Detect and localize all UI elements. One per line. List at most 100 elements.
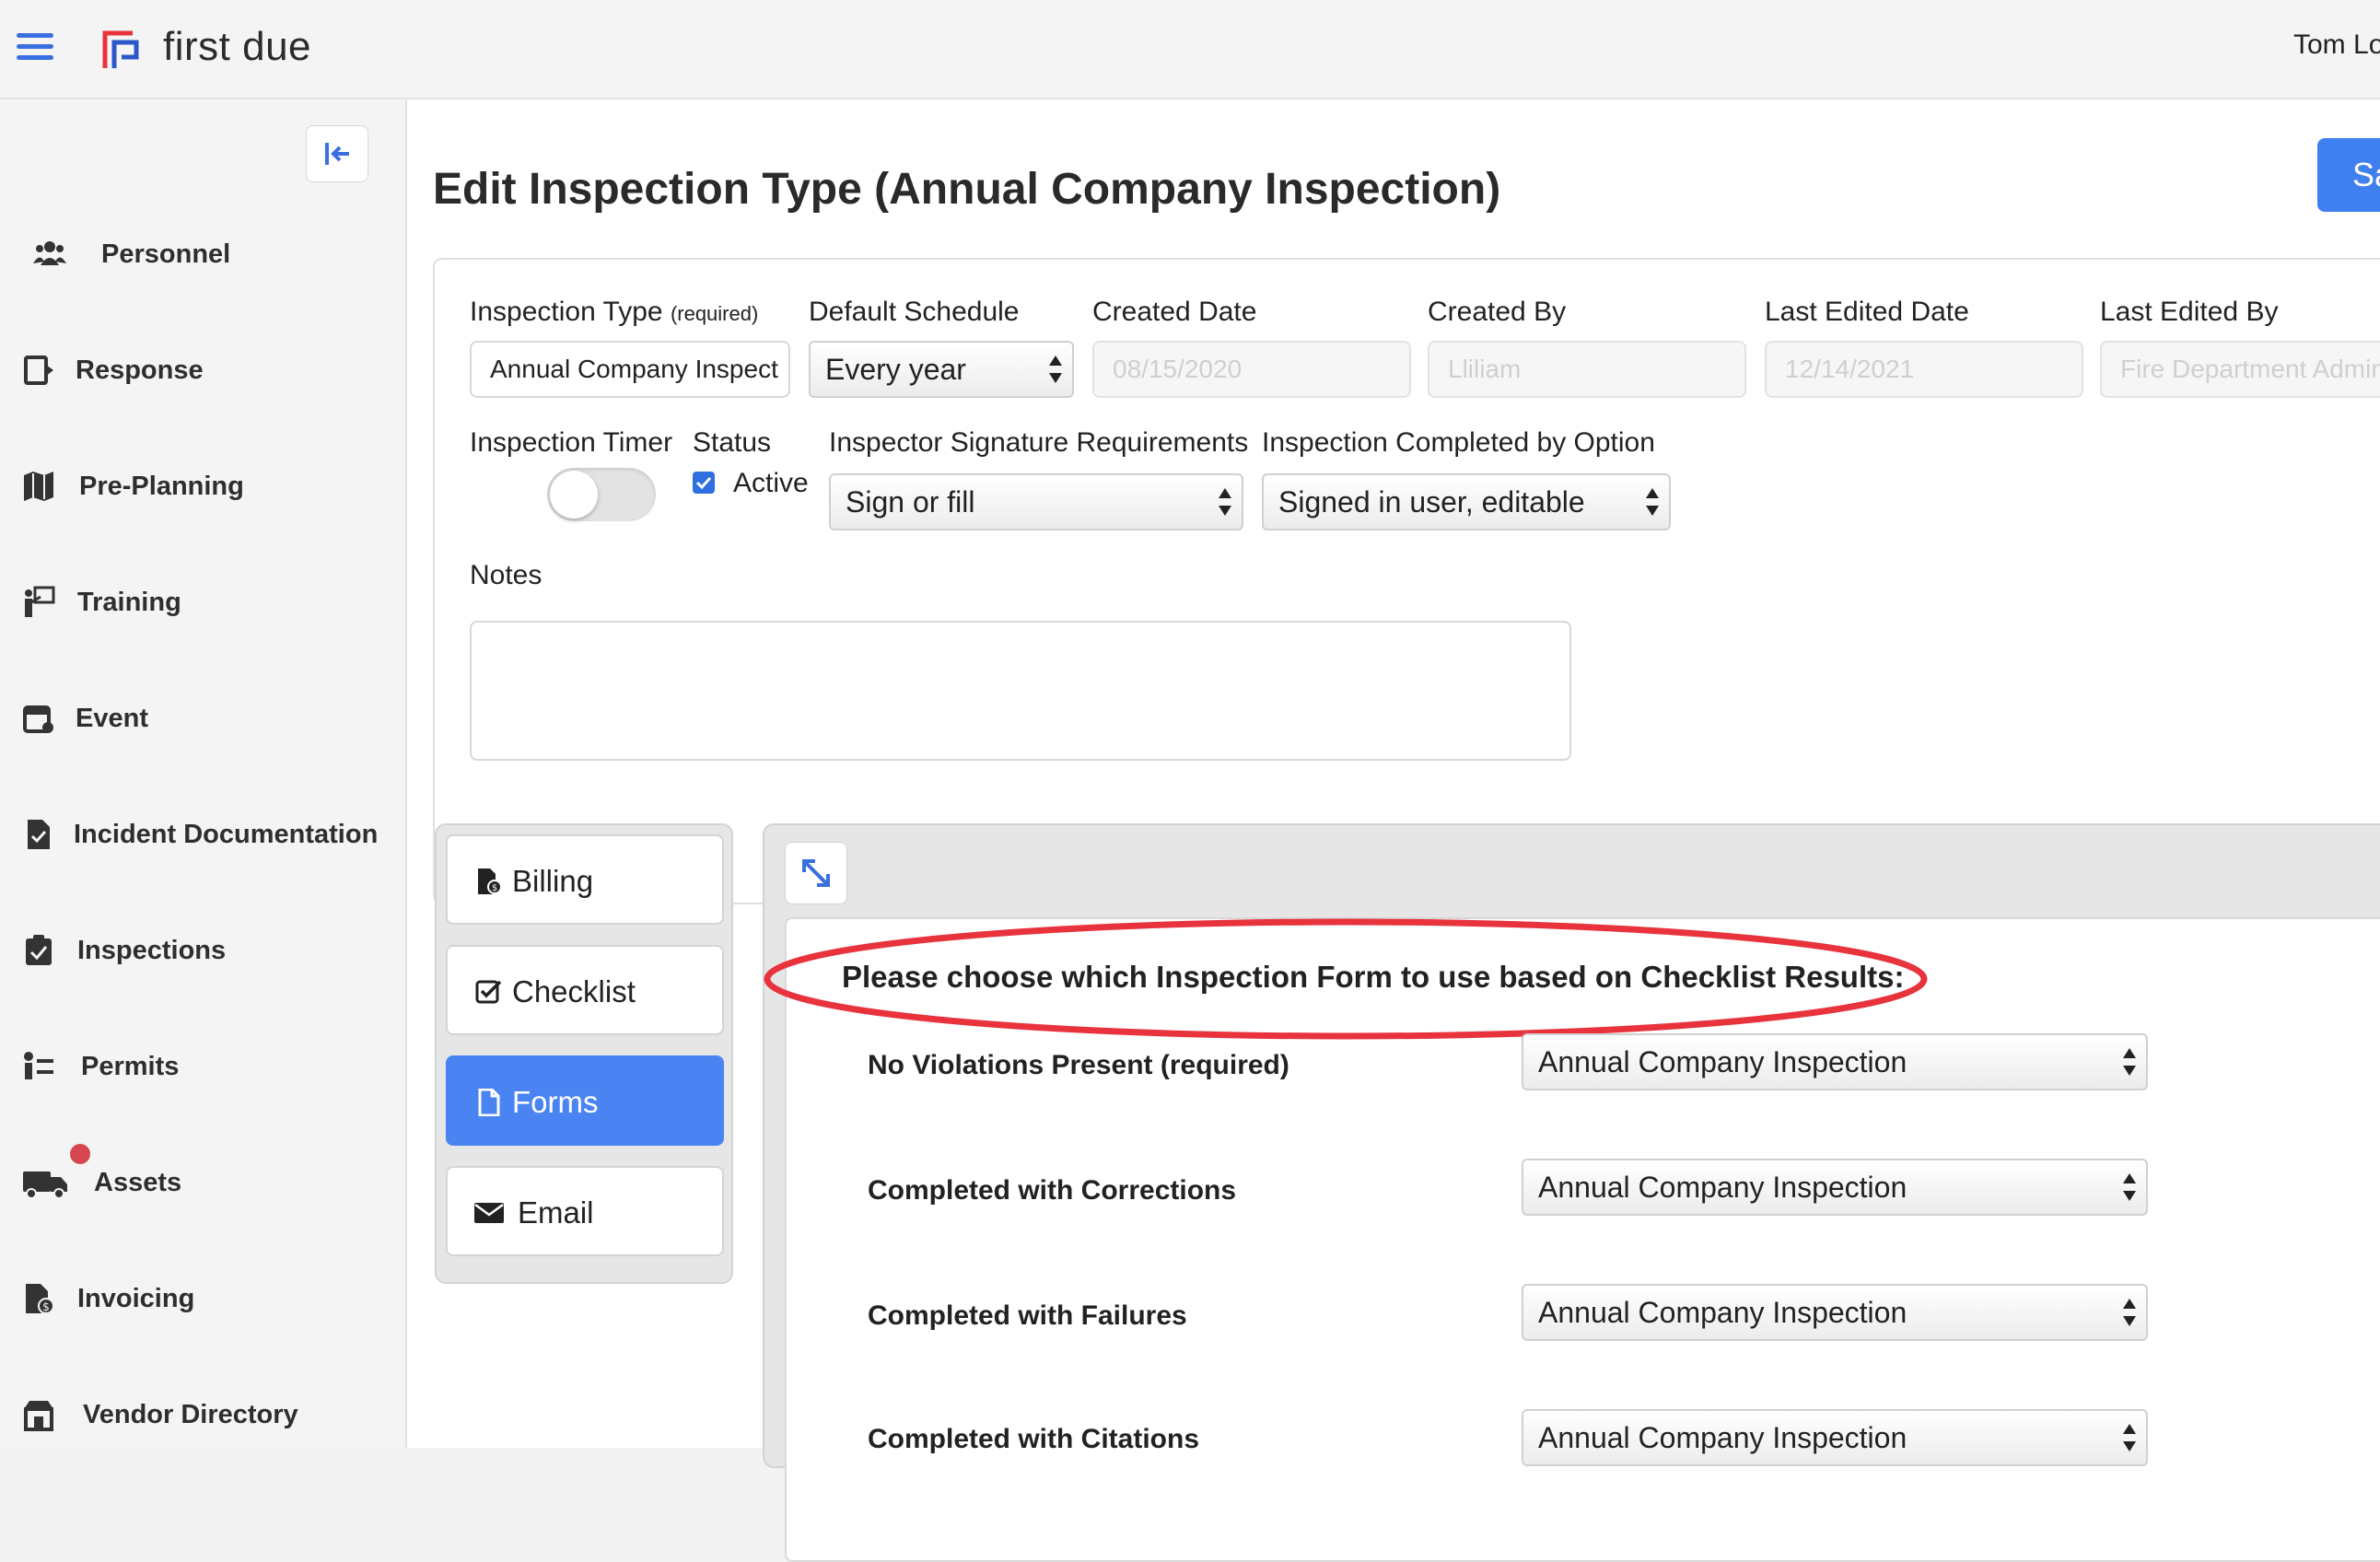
sidebar-item-label: Inspections bbox=[77, 936, 227, 965]
map-icon bbox=[24, 472, 53, 501]
collapse-sidebar-button[interactable] bbox=[306, 125, 368, 182]
created-date-input: 08/15/2020 bbox=[1092, 341, 1411, 398]
sidebar-item-inspections[interactable]: Inspections bbox=[0, 923, 405, 978]
calendar-icon bbox=[23, 705, 53, 733]
select-value: Annual Company Inspection bbox=[1538, 1296, 1908, 1329]
people-icon bbox=[33, 241, 66, 265]
sidebar-item-training[interactable]: Training bbox=[0, 575, 405, 630]
inspection-type-label-text: Inspection Type bbox=[470, 297, 663, 327]
sidebar-item-label: Incident Documentation bbox=[74, 820, 379, 849]
forms-heading: Please choose which Inspection Form to u… bbox=[842, 960, 1905, 994]
last-edited-by-label: Last Edited By bbox=[2100, 297, 2279, 327]
default-schedule-select[interactable]: Every year bbox=[809, 341, 1074, 398]
default-schedule-label: Default Schedule bbox=[809, 297, 1020, 327]
sidebar-item-vendor-directory[interactable]: Vendor Directory bbox=[0, 1387, 405, 1442]
required-hint: (required) bbox=[670, 302, 759, 325]
row-label-no-violations: No Violations Present (required) bbox=[868, 1050, 1289, 1080]
hamburger-menu-icon[interactable] bbox=[17, 33, 53, 63]
select-arrows-icon bbox=[1219, 488, 1231, 516]
sidebar-item-response[interactable]: Response bbox=[0, 343, 405, 398]
row-label-completed-corrections: Completed with Corrections bbox=[868, 1175, 1237, 1206]
sidebar: Personnel Response Pre-Planning Training bbox=[0, 99, 407, 1448]
select-value: Annual Company Inspection bbox=[1538, 1171, 1908, 1204]
sidebar-item-personnel[interactable]: Personnel bbox=[0, 227, 405, 282]
tab-label: Billing bbox=[512, 864, 594, 898]
document-check-icon bbox=[28, 820, 50, 849]
status-active-label: Active bbox=[733, 468, 809, 498]
completed-citations-form-select[interactable]: Annual Company Inspection bbox=[1522, 1409, 2148, 1466]
invoice-icon: $ bbox=[26, 1284, 54, 1314]
row-label-completed-failures: Completed with Failures bbox=[868, 1300, 1187, 1331]
sidebar-item-label: Personnel bbox=[101, 239, 231, 269]
created-by-label: Created By bbox=[1428, 297, 1567, 327]
notes-textarea[interactable] bbox=[470, 621, 1571, 761]
tab-forms[interactable]: Forms bbox=[446, 1055, 724, 1146]
status-label: Status bbox=[693, 427, 772, 458]
sidebar-item-assets[interactable]: Assets bbox=[0, 1144, 405, 1210]
completed-by-label: Inspection Completed by Option bbox=[1262, 427, 1655, 458]
completed-corrections-form-select[interactable]: Annual Company Inspection bbox=[1522, 1159, 2148, 1216]
select-arrows-icon bbox=[1049, 356, 1062, 383]
sidebar-item-label: Training bbox=[77, 588, 181, 617]
inspection-timer-label: Inspection Timer bbox=[470, 427, 673, 458]
select-arrows-icon bbox=[1646, 488, 1659, 516]
sidebar-item-invoicing[interactable]: $ Invoicing bbox=[0, 1271, 405, 1326]
training-icon bbox=[25, 586, 55, 617]
select-arrows-icon bbox=[2123, 1299, 2136, 1326]
tab-label: Email bbox=[518, 1195, 594, 1230]
completed-failures-form-select[interactable]: Annual Company Inspection bbox=[1522, 1284, 2148, 1341]
default-schedule-value: Every year bbox=[825, 353, 966, 386]
sidebar-item-label: Vendor Directory bbox=[83, 1400, 298, 1429]
svg-text:$: $ bbox=[492, 883, 497, 893]
inspection-type-input[interactable]: Annual Company Inspect bbox=[470, 341, 790, 398]
top-bar: first due Tom Lo bbox=[0, 0, 2380, 99]
select-value: Annual Company Inspection bbox=[1538, 1045, 1908, 1078]
envelope-icon bbox=[474, 1203, 504, 1223]
clipboard-check-icon bbox=[26, 935, 52, 965]
tab-billing[interactable]: $ Billing bbox=[446, 834, 724, 925]
created-date-label: Created Date bbox=[1092, 297, 1257, 327]
tab-email[interactable]: Email bbox=[446, 1166, 724, 1256]
sidebar-item-permits[interactable]: Permits bbox=[0, 1039, 405, 1094]
notification-badge bbox=[70, 1144, 90, 1164]
select-arrows-icon bbox=[2123, 1173, 2136, 1201]
save-button[interactable]: Sa bbox=[2317, 138, 2380, 212]
billing-icon: $ bbox=[478, 868, 502, 894]
signature-requirements-label: Inspector Signature Requirements bbox=[829, 427, 1249, 458]
last-edited-date-input: 12/14/2021 bbox=[1765, 341, 2083, 398]
first-due-logo-icon bbox=[102, 30, 139, 68]
notes-label: Notes bbox=[470, 560, 542, 590]
created-by-input: Lliliam bbox=[1428, 341, 1746, 398]
status-active-checkbox[interactable] bbox=[693, 472, 715, 494]
sidebar-item-label: Event bbox=[76, 704, 148, 733]
collapse-left-icon bbox=[325, 143, 349, 165]
tab-label: Checklist bbox=[512, 974, 636, 1008]
signature-requirements-select[interactable]: Sign or fill bbox=[829, 473, 1243, 530]
tab-label: Forms bbox=[512, 1085, 599, 1119]
expand-arrows-icon bbox=[802, 859, 830, 887]
sidebar-item-label: Pre-Planning bbox=[79, 472, 244, 501]
sidebar-item-label: Permits bbox=[81, 1052, 180, 1081]
checklist-icon bbox=[475, 980, 502, 1004]
svg-text:$: $ bbox=[42, 1300, 50, 1313]
no-violations-form-select[interactable]: Annual Company Inspection bbox=[1522, 1033, 2148, 1090]
expand-panel-button[interactable] bbox=[785, 842, 847, 904]
response-icon bbox=[24, 356, 53, 385]
inspection-type-label: Inspection Type (required) bbox=[470, 297, 758, 328]
inspection-timer-toggle[interactable] bbox=[547, 468, 656, 521]
select-arrows-icon bbox=[2123, 1048, 2136, 1076]
tab-checklist[interactable]: Checklist bbox=[446, 945, 724, 1035]
row-label-completed-citations: Completed with Citations bbox=[868, 1424, 1199, 1454]
forms-panel: Please choose which Inspection Form to u… bbox=[763, 823, 2380, 1562]
sidebar-item-pre-planning[interactable]: Pre-Planning bbox=[0, 459, 405, 514]
main-content: Edit Inspection Type (Annual Company Ins… bbox=[407, 99, 2380, 1562]
sidebar-item-event[interactable]: Event bbox=[0, 691, 405, 746]
completed-by-select[interactable]: Signed in user, editable bbox=[1262, 473, 1671, 530]
user-name[interactable]: Tom Lo bbox=[2293, 29, 2380, 61]
forms-selection-card: Please choose which Inspection Form to u… bbox=[764, 917, 2380, 1562]
file-icon bbox=[478, 1089, 500, 1116]
sidebar-item-label: Invoicing bbox=[77, 1284, 195, 1313]
truck-icon bbox=[23, 1172, 67, 1199]
sidebar-item-incident-documentation[interactable]: Incident Documentation bbox=[0, 807, 405, 862]
select-value: Annual Company Inspection bbox=[1538, 1421, 1908, 1454]
